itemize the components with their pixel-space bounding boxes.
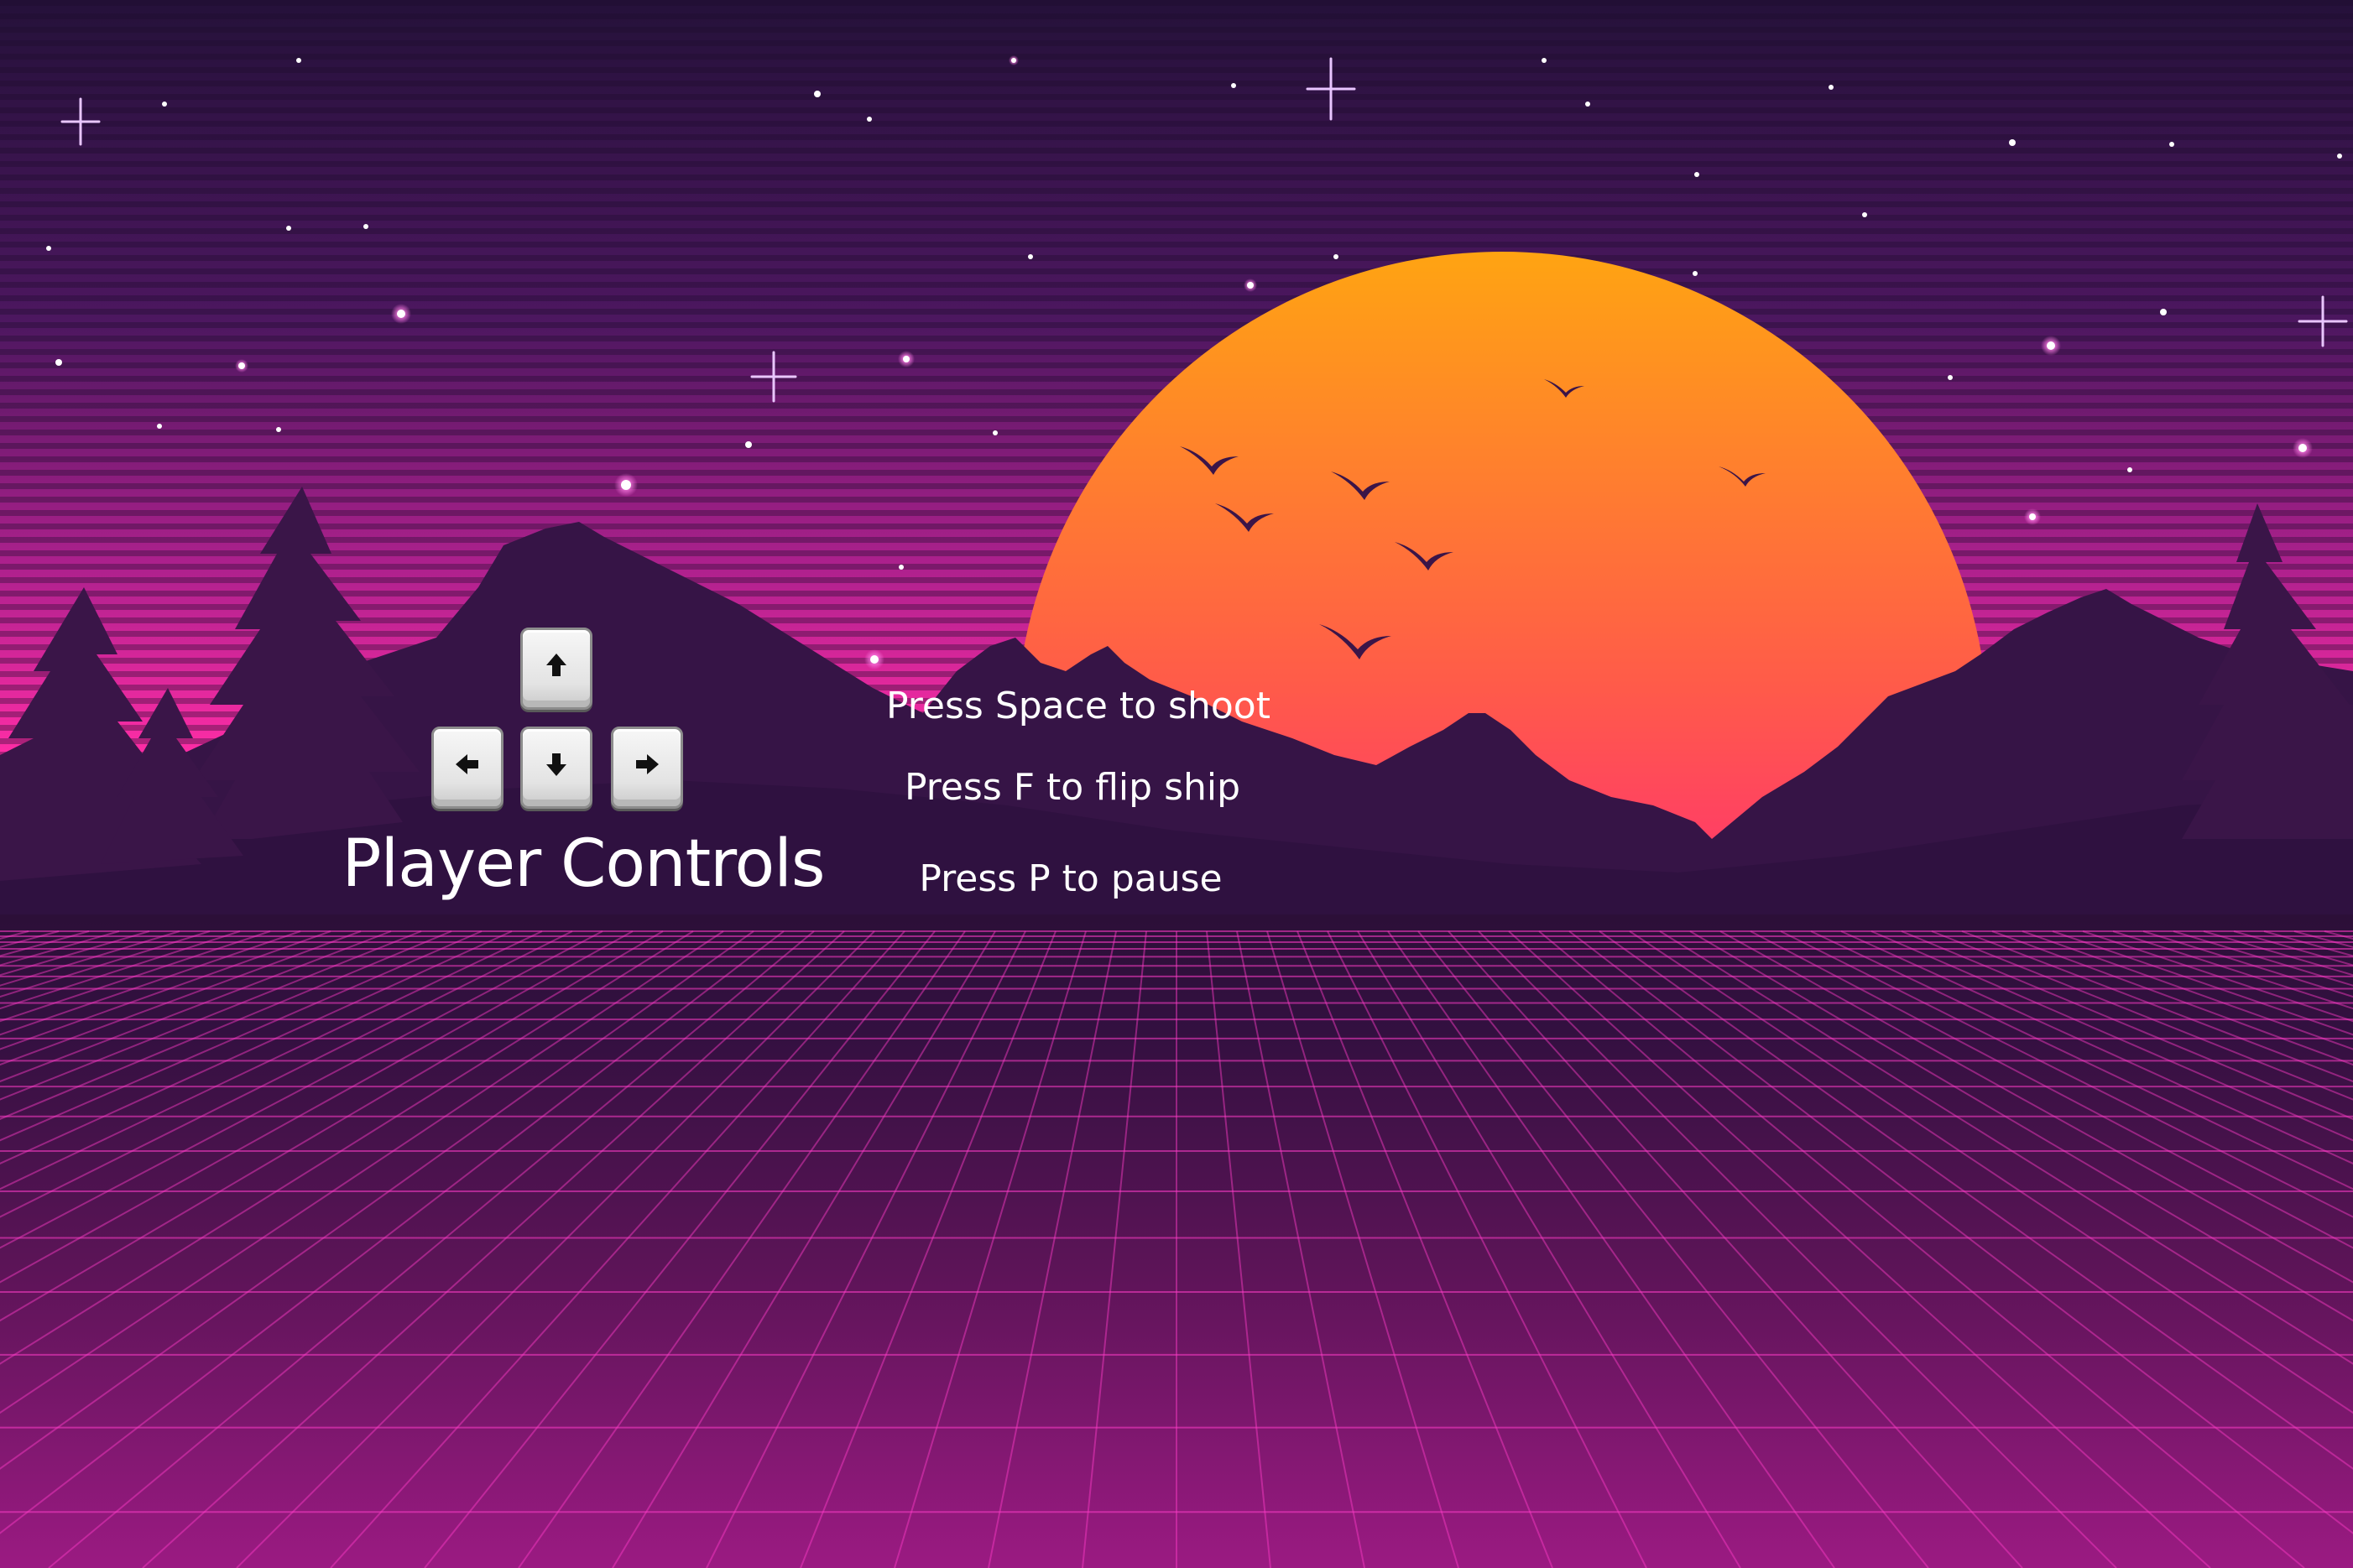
right-arrow-key	[611, 727, 683, 809]
flip-hint: Press F to flip ship	[904, 766, 1241, 809]
controls-panel: Player Controls Press Space to shoot Pre…	[0, 0, 2353, 1568]
down-arrow-key	[520, 727, 592, 809]
controls-title: Player Controls	[342, 826, 825, 902]
arrow-down-icon	[546, 753, 566, 776]
arrow-left-icon	[456, 754, 478, 774]
game-screen: Player Controls Press Space to shoot Pre…	[0, 0, 2353, 1568]
up-arrow-key	[520, 628, 592, 710]
left-arrow-key	[431, 727, 503, 809]
shoot-hint: Press Space to shoot	[886, 685, 1270, 727]
arrow-up-icon	[546, 654, 566, 676]
arrow-right-icon	[636, 754, 659, 774]
pause-hint: Press P to pause	[919, 857, 1223, 900]
